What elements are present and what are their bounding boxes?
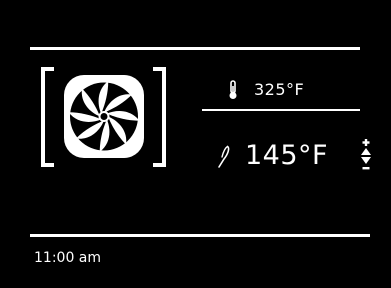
left-bracket	[41, 67, 54, 167]
oven-temperature-value: 325°F	[254, 80, 305, 99]
temperature-divider	[202, 109, 360, 111]
clock-time: 11:00 am	[34, 250, 102, 266]
top-divider	[30, 47, 360, 50]
right-bracket	[153, 67, 166, 167]
plus-icon	[362, 139, 370, 146]
chevron-down-icon	[361, 157, 371, 164]
meat-probe-icon	[218, 145, 230, 168]
probe-temperature-value: 145°F	[245, 140, 329, 171]
bottom-divider	[30, 234, 370, 237]
probe-temperature-readout: 145°F	[217, 138, 328, 174]
minus-icon	[362, 167, 370, 170]
chevron-up-icon	[361, 148, 371, 155]
thermometer-icon	[229, 80, 237, 99]
oven-display-screen: 325°F 145°F 11:00 am	[0, 0, 391, 288]
convection-fan-button[interactable]	[40, 66, 167, 168]
convection-fan-icon	[41, 67, 166, 167]
temperature-stepper[interactable]	[360, 139, 372, 173]
oven-temperature-readout: 325°F	[228, 80, 304, 100]
